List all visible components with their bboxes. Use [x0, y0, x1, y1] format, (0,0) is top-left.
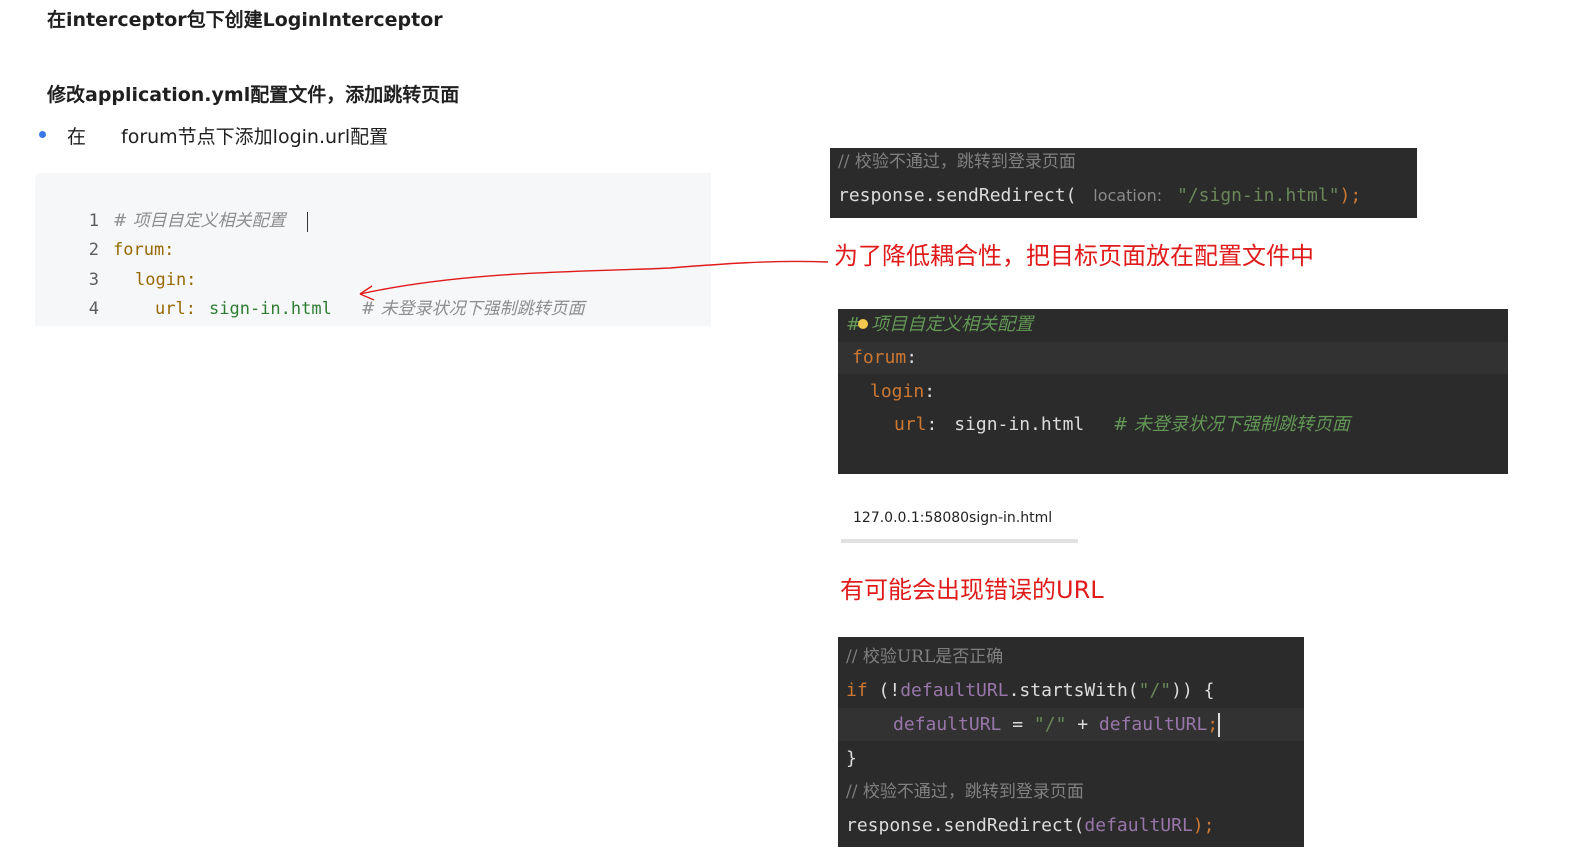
code-line: response.sendRedirect(defaultURL);	[846, 810, 1214, 842]
code-comment: // 校验URL是否正确	[846, 647, 1004, 667]
code-punct: );	[1192, 815, 1215, 836]
code-line: # 项目自定义相关配置	[846, 309, 1033, 341]
code-method: .startsWith(	[1008, 680, 1139, 701]
code-key: login:	[135, 270, 197, 290]
code-punct: )) {	[1171, 680, 1215, 701]
url-preview-scrollbar[interactable]	[841, 539, 1078, 543]
bullet-dot	[39, 131, 46, 138]
code-variable: defaultURL	[900, 680, 1009, 701]
code-string: "/"	[1033, 714, 1067, 735]
code-line: // 校验不通过，跳转到登录页面	[846, 776, 1084, 808]
current-line-highlight	[838, 342, 1508, 374]
bullet-text: forum节点下添加login.url配置	[121, 126, 389, 148]
code-line: forum:	[852, 342, 917, 374]
url-preview-text: 127.0.0.1:58080sign-in.html	[853, 510, 1053, 526]
code-punct: (!	[867, 680, 901, 701]
code-operator: =	[1001, 714, 1034, 735]
param-hint: location:	[1093, 186, 1163, 205]
code-variable: defaultURL	[893, 714, 1002, 735]
code-snippet-url-check[interactable]: // 校验URL是否正确 if (!defaultURL.startsWith(…	[838, 637, 1304, 847]
code-key: forum:	[113, 240, 175, 260]
annotation-url-error-note: 有可能会出现错误的URL	[840, 576, 1104, 604]
line-number: 1	[88, 211, 99, 231]
line-number: 4	[88, 299, 99, 319]
line-number: 2	[88, 240, 99, 260]
code-line: url: sign-in.html # 未登录状况下强制跳转页面	[894, 409, 1350, 441]
code-line: login:	[870, 376, 935, 408]
bullet-prefix: 在	[67, 126, 87, 148]
code-variable: defaultURL	[1084, 815, 1193, 836]
code-string: "/sign-in.html"	[1176, 185, 1340, 206]
code-comment: // 校验不通过，跳转到登录页面	[838, 146, 1076, 178]
code-line: defaultURL = "/" + defaultURL;	[893, 709, 1221, 741]
code-snippet-redirect[interactable]: // 校验不通过，跳转到登录页面 response.sendRedirect( …	[830, 148, 1417, 218]
code-line: }	[846, 743, 857, 775]
heading-interceptor: 在interceptor包下创建LoginInterceptor	[47, 9, 443, 31]
code-value: sign-in.html	[954, 414, 1085, 435]
text-cursor	[307, 212, 308, 232]
annotation-config-note: 为了降低耦合性，把目标页面放在配置文件中	[834, 242, 1314, 270]
code-comment: // 校验不通过，跳转到登录页面	[846, 782, 1084, 802]
code-key: forum	[852, 347, 907, 368]
code-key: login	[870, 381, 925, 402]
code-key: url	[894, 414, 927, 435]
code-comment: # 未登录状况下强制跳转页面	[1113, 414, 1350, 435]
code-variable: defaultURL	[1098, 714, 1208, 735]
code-call: response.sendRedirect(	[846, 815, 1085, 836]
code-punct: :	[906, 347, 918, 368]
lightbulb-icon[interactable]	[858, 319, 868, 329]
code-punct: :	[924, 381, 936, 402]
code-comment: # 项目自定义相关配置	[113, 211, 286, 231]
heading-modify-yml: 修改application.yml配置文件，添加跳转页面	[47, 84, 460, 106]
text-cursor	[1218, 713, 1221, 737]
code-operator: +	[1066, 714, 1099, 735]
code-punct: );	[1339, 185, 1362, 206]
code-punct: :	[926, 414, 938, 435]
code-call: response.sendRedirect(	[838, 185, 1077, 206]
code-line: // 校验URL是否正确	[846, 641, 1003, 673]
comment-text: // 校验不通过，跳转到登录页面	[838, 152, 1076, 172]
code-comment: 项目自定义相关配置	[871, 314, 1034, 335]
code-punct: }	[846, 748, 857, 769]
code-value: sign-in.html	[209, 299, 332, 319]
code-snippet-yml[interactable]: # 项目自定义相关配置 forum: login: url: sign-in.ht…	[838, 309, 1508, 474]
code-string: "/"	[1138, 680, 1172, 701]
line-number: 3	[88, 270, 99, 290]
code-key: url:	[155, 299, 196, 319]
code-line: response.sendRedirect( location: "/sign-…	[838, 180, 1361, 212]
red-arrow-icon	[359, 260, 829, 301]
code-punct: ;	[1207, 714, 1219, 735]
code-line: if (!defaultURL.startsWith("/")) {	[846, 675, 1215, 707]
code-keyword: if	[846, 680, 868, 701]
